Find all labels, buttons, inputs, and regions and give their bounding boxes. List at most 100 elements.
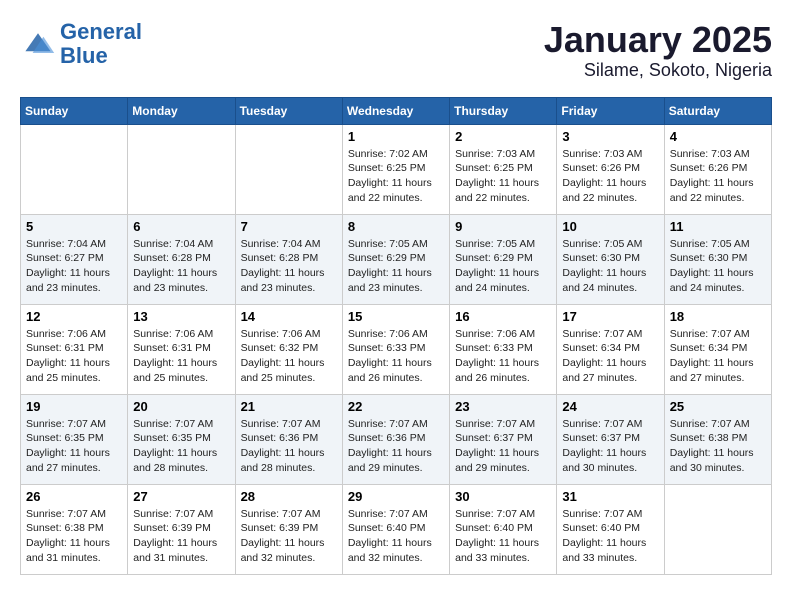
- day-number: 21: [241, 399, 337, 414]
- calendar-table: SundayMondayTuesdayWednesdayThursdayFrid…: [20, 97, 772, 575]
- day-info: Sunrise: 7:07 AM Sunset: 6:39 PM Dayligh…: [133, 507, 229, 566]
- day-info: Sunrise: 7:07 AM Sunset: 6:35 PM Dayligh…: [133, 417, 229, 476]
- calendar-cell: 19 Sunrise: 7:07 AM Sunset: 6:35 PM Dayli…: [21, 394, 128, 484]
- calendar-cell: 26 Sunrise: 7:07 AM Sunset: 6:38 PM Dayli…: [21, 484, 128, 574]
- day-number: 24: [562, 399, 658, 414]
- calendar-cell: 23 Sunrise: 7:07 AM Sunset: 6:37 PM Dayli…: [450, 394, 557, 484]
- weekday-header-thursday: Thursday: [450, 97, 557, 124]
- calendar-cell: 2 Sunrise: 7:03 AM Sunset: 6:25 PM Daylig…: [450, 124, 557, 214]
- day-info: Sunrise: 7:07 AM Sunset: 6:35 PM Dayligh…: [26, 417, 122, 476]
- calendar-body: 1 Sunrise: 7:02 AM Sunset: 6:25 PM Daylig…: [21, 124, 772, 574]
- calendar-cell: 28 Sunrise: 7:07 AM Sunset: 6:39 PM Dayli…: [235, 484, 342, 574]
- calendar-cell: 20Sunrise: 7:07 AM Sunset: 6:35 PM Dayli…: [128, 394, 235, 484]
- day-number: 28: [241, 489, 337, 504]
- day-info: Sunrise: 7:07 AM Sunset: 6:40 PM Dayligh…: [348, 507, 444, 566]
- day-info: Sunrise: 7:07 AM Sunset: 6:37 PM Dayligh…: [562, 417, 658, 476]
- weekday-header-tuesday: Tuesday: [235, 97, 342, 124]
- calendar-cell: [128, 124, 235, 214]
- calendar-cell: [235, 124, 342, 214]
- day-info: Sunrise: 7:07 AM Sunset: 6:36 PM Dayligh…: [241, 417, 337, 476]
- day-info: Sunrise: 7:05 AM Sunset: 6:29 PM Dayligh…: [348, 237, 444, 296]
- day-number: 8: [348, 219, 444, 234]
- day-number: 17: [562, 309, 658, 324]
- day-info: Sunrise: 7:05 AM Sunset: 6:29 PM Dayligh…: [455, 237, 551, 296]
- weekday-header-sunday: Sunday: [21, 97, 128, 124]
- calendar-cell: 21 Sunrise: 7:07 AM Sunset: 6:36 PM Dayli…: [235, 394, 342, 484]
- title-block: January 2025 Silame, Sokoto, Nigeria: [544, 20, 772, 81]
- day-number: 30: [455, 489, 551, 504]
- calendar-cell: 24 Sunrise: 7:07 AM Sunset: 6:37 PM Dayli…: [557, 394, 664, 484]
- day-number: 4: [670, 129, 766, 144]
- day-info: Sunrise: 7:07 AM Sunset: 6:34 PM Dayligh…: [670, 327, 766, 386]
- logo-general: General: [60, 19, 142, 44]
- calendar-cell: 27 Sunrise: 7:07 AM Sunset: 6:39 PM Dayli…: [128, 484, 235, 574]
- day-number: 15: [348, 309, 444, 324]
- day-info: Sunrise: 7:06 AM Sunset: 6:31 PM Dayligh…: [26, 327, 122, 386]
- day-info: Sunrise: 7:07 AM Sunset: 6:40 PM Dayligh…: [455, 507, 551, 566]
- day-number: 27: [133, 489, 229, 504]
- day-number: 12: [26, 309, 122, 324]
- day-info: Sunrise: 7:05 AM Sunset: 6:30 PM Dayligh…: [562, 237, 658, 296]
- calendar-cell: 14 Sunrise: 7:06 AM Sunset: 6:32 PM Dayli…: [235, 304, 342, 394]
- day-number: 1: [348, 129, 444, 144]
- day-number: 7: [241, 219, 337, 234]
- calendar-cell: 29 Sunrise: 7:07 AM Sunset: 6:40 PM Dayli…: [342, 484, 449, 574]
- logo: General Blue: [20, 20, 142, 68]
- day-info: Sunrise: 7:03 AM Sunset: 6:25 PM Dayligh…: [455, 147, 551, 206]
- calendar-cell: 11Sunrise: 7:05 AM Sunset: 6:30 PM Dayli…: [664, 214, 771, 304]
- day-number: 31: [562, 489, 658, 504]
- day-info: Sunrise: 7:06 AM Sunset: 6:33 PM Dayligh…: [348, 327, 444, 386]
- calendar-title: January 2025: [544, 20, 772, 60]
- calendar-cell: 22Sunrise: 7:07 AM Sunset: 6:36 PM Dayli…: [342, 394, 449, 484]
- day-number: 19: [26, 399, 122, 414]
- day-info: Sunrise: 7:07 AM Sunset: 6:37 PM Dayligh…: [455, 417, 551, 476]
- day-number: 9: [455, 219, 551, 234]
- calendar-cell: 13Sunrise: 7:06 AM Sunset: 6:31 PM Dayli…: [128, 304, 235, 394]
- calendar-cell: 3 Sunrise: 7:03 AM Sunset: 6:26 PM Daylig…: [557, 124, 664, 214]
- calendar-cell: 25Sunrise: 7:07 AM Sunset: 6:38 PM Dayli…: [664, 394, 771, 484]
- calendar-week-5: 26 Sunrise: 7:07 AM Sunset: 6:38 PM Dayli…: [21, 484, 772, 574]
- calendar-cell: [21, 124, 128, 214]
- day-info: Sunrise: 7:07 AM Sunset: 6:40 PM Dayligh…: [562, 507, 658, 566]
- day-number: 6: [133, 219, 229, 234]
- day-number: 3: [562, 129, 658, 144]
- calendar-week-2: 5Sunrise: 7:04 AM Sunset: 6:27 PM Daylig…: [21, 214, 772, 304]
- page-header: General Blue January 2025 Silame, Sokoto…: [20, 20, 772, 81]
- day-number: 16: [455, 309, 551, 324]
- day-number: 18: [670, 309, 766, 324]
- calendar-cell: 31 Sunrise: 7:07 AM Sunset: 6:40 PM Dayli…: [557, 484, 664, 574]
- day-info: Sunrise: 7:03 AM Sunset: 6:26 PM Dayligh…: [670, 147, 766, 206]
- calendar-cell: 4 Sunrise: 7:03 AM Sunset: 6:26 PM Daylig…: [664, 124, 771, 214]
- calendar-cell: 7Sunrise: 7:04 AM Sunset: 6:28 PM Daylig…: [235, 214, 342, 304]
- day-info: Sunrise: 7:07 AM Sunset: 6:38 PM Dayligh…: [26, 507, 122, 566]
- calendar-cell: 1 Sunrise: 7:02 AM Sunset: 6:25 PM Daylig…: [342, 124, 449, 214]
- weekday-header-monday: Monday: [128, 97, 235, 124]
- day-number: 14: [241, 309, 337, 324]
- day-info: Sunrise: 7:07 AM Sunset: 6:39 PM Dayligh…: [241, 507, 337, 566]
- day-info: Sunrise: 7:03 AM Sunset: 6:26 PM Dayligh…: [562, 147, 658, 206]
- calendar-cell: 12 Sunrise: 7:06 AM Sunset: 6:31 PM Dayli…: [21, 304, 128, 394]
- calendar-cell: 16Sunrise: 7:06 AM Sunset: 6:33 PM Dayli…: [450, 304, 557, 394]
- calendar-week-4: 19 Sunrise: 7:07 AM Sunset: 6:35 PM Dayli…: [21, 394, 772, 484]
- logo-blue: Blue: [60, 43, 108, 68]
- calendar-cell: 8 Sunrise: 7:05 AM Sunset: 6:29 PM Daylig…: [342, 214, 449, 304]
- calendar-cell: [664, 484, 771, 574]
- calendar-week-3: 12 Sunrise: 7:06 AM Sunset: 6:31 PM Dayli…: [21, 304, 772, 394]
- logo-icon: [20, 26, 56, 62]
- day-number: 2: [455, 129, 551, 144]
- calendar-cell: 6 Sunrise: 7:04 AM Sunset: 6:28 PM Daylig…: [128, 214, 235, 304]
- day-number: 29: [348, 489, 444, 504]
- day-info: Sunrise: 7:06 AM Sunset: 6:32 PM Dayligh…: [241, 327, 337, 386]
- calendar-cell: 10 Sunrise: 7:05 AM Sunset: 6:30 PM Dayli…: [557, 214, 664, 304]
- calendar-header: SundayMondayTuesdayWednesdayThursdayFrid…: [21, 97, 772, 124]
- calendar-cell: 18 Sunrise: 7:07 AM Sunset: 6:34 PM Dayli…: [664, 304, 771, 394]
- day-number: 10: [562, 219, 658, 234]
- day-number: 26: [26, 489, 122, 504]
- day-info: Sunrise: 7:04 AM Sunset: 6:28 PM Dayligh…: [133, 237, 229, 296]
- day-number: 23: [455, 399, 551, 414]
- day-info: Sunrise: 7:05 AM Sunset: 6:30 PM Dayligh…: [670, 237, 766, 296]
- day-info: Sunrise: 7:07 AM Sunset: 6:34 PM Dayligh…: [562, 327, 658, 386]
- day-info: Sunrise: 7:02 AM Sunset: 6:25 PM Dayligh…: [348, 147, 444, 206]
- calendar-week-1: 1 Sunrise: 7:02 AM Sunset: 6:25 PM Daylig…: [21, 124, 772, 214]
- day-number: 22: [348, 399, 444, 414]
